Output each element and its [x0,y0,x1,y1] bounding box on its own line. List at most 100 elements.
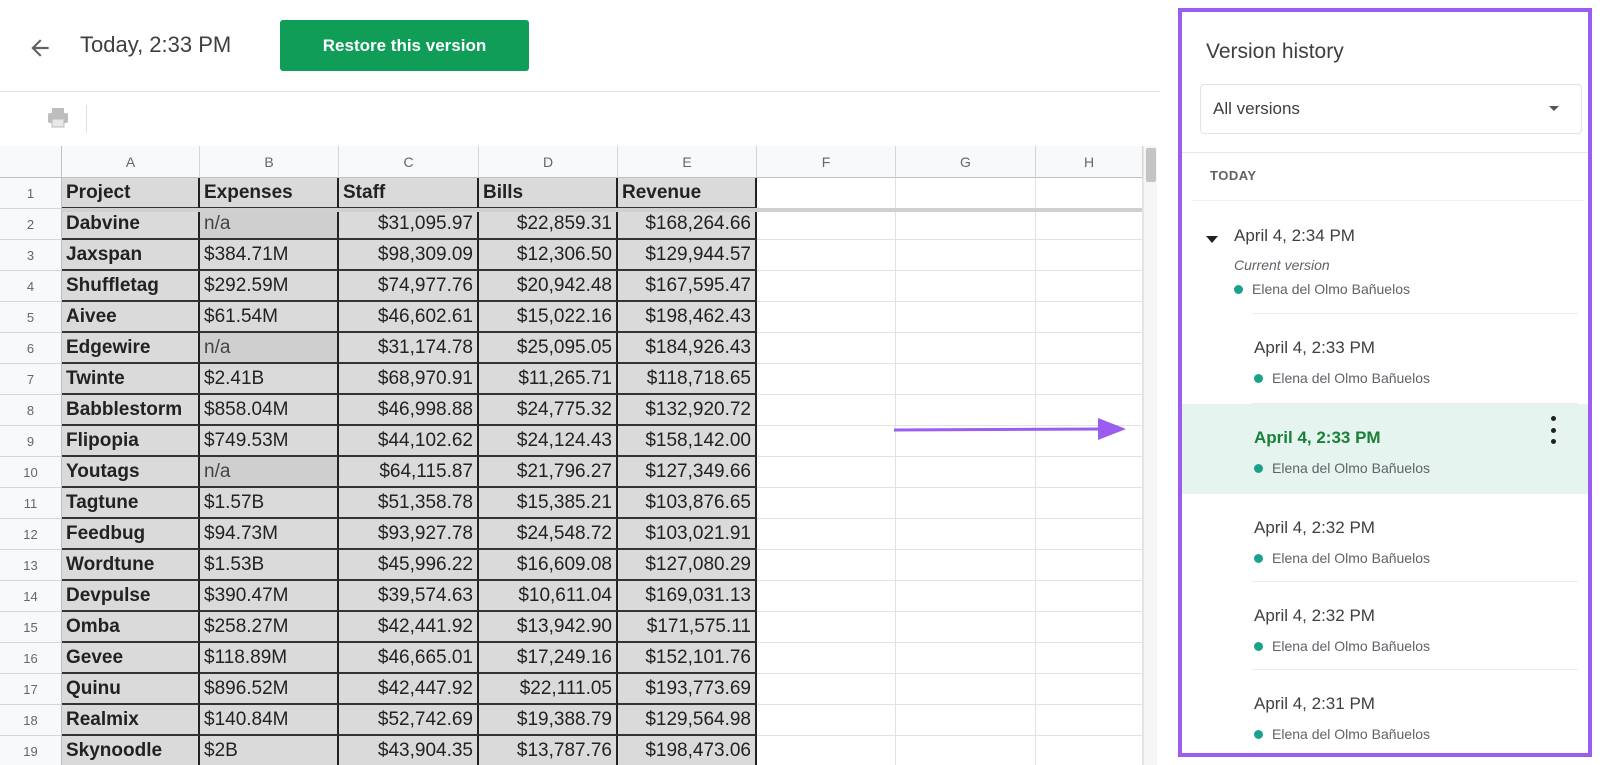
cell[interactable]: $13,942.90 [479,612,618,643]
cell[interactable]: Dabvine [62,209,200,240]
version-item[interactable]: April 4, 2:32 PM Elena del Olmo Bañuelos [1182,494,1588,582]
cell[interactable]: $140.84M [200,705,339,736]
row-header[interactable]: 7 [0,364,62,395]
row-header[interactable]: 16 [0,643,62,674]
cell[interactable] [1036,736,1143,765]
header-cell[interactable]: Bills [479,178,618,209]
cell[interactable] [896,612,1036,643]
cell[interactable]: $19,388.79 [479,705,618,736]
cell[interactable] [896,519,1036,550]
row-header[interactable]: 5 [0,302,62,333]
cell[interactable] [1036,302,1143,333]
cell[interactable]: Jaxspan [62,240,200,271]
cell[interactable]: $152,101.76 [618,643,757,674]
cell[interactable] [896,364,1036,395]
cell[interactable] [1036,550,1143,581]
column-header-d[interactable]: D [479,146,618,178]
cell[interactable] [757,302,896,333]
cell[interactable]: $858.04M [200,395,339,426]
cell[interactable]: $129,564.98 [618,705,757,736]
cell[interactable]: n/a [200,333,339,364]
cell[interactable] [1036,240,1143,271]
cell[interactable] [1036,457,1143,488]
cell[interactable] [1036,643,1143,674]
cell[interactable] [757,271,896,302]
cell[interactable]: Skynoodle [62,736,200,765]
cell[interactable]: Shuffletag [62,271,200,302]
cell[interactable]: $39,574.63 [339,581,479,612]
cell[interactable] [896,240,1036,271]
row-header[interactable]: 11 [0,488,62,519]
cell[interactable] [757,457,896,488]
cell[interactable]: $2B [200,736,339,765]
cell[interactable]: Gevee [62,643,200,674]
cell[interactable]: $16,609.08 [479,550,618,581]
cell[interactable] [896,457,1036,488]
cell[interactable]: $64,115.87 [339,457,479,488]
cell[interactable] [757,178,896,209]
version-item[interactable]: April 4, 2:32 PM Elena del Olmo Bañuelos [1182,582,1588,670]
row-header[interactable]: 3 [0,240,62,271]
version-item-current[interactable]: April 4, 2:34 PM Current version Elena del… [1182,202,1588,314]
cell[interactable]: Edgewire [62,333,200,364]
row-header[interactable]: 17 [0,674,62,705]
cell[interactable] [896,674,1036,705]
row-header[interactable]: 1 [0,178,62,209]
cell[interactable]: $42,441.92 [339,612,479,643]
cell[interactable] [1036,705,1143,736]
cell[interactable]: $167,595.47 [618,271,757,302]
cell[interactable]: $46,998.88 [339,395,479,426]
column-header-e[interactable]: E [618,146,757,178]
cell[interactable]: $390.47M [200,581,339,612]
column-header-a[interactable]: A [62,146,200,178]
cell[interactable] [757,643,896,674]
print-button[interactable] [46,107,72,131]
cell[interactable]: $12,306.50 [479,240,618,271]
cell[interactable]: $94.73M [200,519,339,550]
cell[interactable] [757,612,896,643]
row-header[interactable]: 18 [0,705,62,736]
cell[interactable]: $74,977.76 [339,271,479,302]
cell[interactable]: $749.53M [200,426,339,457]
column-header-b[interactable]: B [200,146,339,178]
cell[interactable]: Devpulse [62,581,200,612]
spreadsheet-grid[interactable]: A B C D E F G H 1 Project Expenses Staff Bills Revenu… [0,146,1165,765]
frozen-row-divider[interactable] [62,208,1142,212]
version-item[interactable]: April 4, 2:31 PM Elena del Olmo Bañuelos [1182,670,1588,753]
version-filter-dropdown[interactable]: All versions [1200,84,1582,134]
back-button[interactable] [22,30,58,66]
cell[interactable]: $45,996.22 [339,550,479,581]
cell[interactable]: $132,920.72 [618,395,757,426]
cell[interactable]: $31,174.78 [339,333,479,364]
cell[interactable] [896,581,1036,612]
cell[interactable] [757,240,896,271]
cell[interactable] [1036,364,1143,395]
restore-version-button[interactable]: Restore this version [280,20,529,71]
cell[interactable]: $171,575.11 [618,612,757,643]
cell[interactable]: $21,796.27 [479,457,618,488]
cell[interactable] [1036,674,1143,705]
cell[interactable]: Omba [62,612,200,643]
cell[interactable]: Flipopia [62,426,200,457]
cell[interactable] [896,736,1036,765]
row-header[interactable]: 10 [0,457,62,488]
row-header[interactable]: 15 [0,612,62,643]
cell[interactable] [757,426,896,457]
row-header[interactable]: 8 [0,395,62,426]
cell[interactable]: n/a [200,457,339,488]
cell[interactable]: $103,876.65 [618,488,757,519]
cell[interactable]: $158,142.00 [618,426,757,457]
header-cell[interactable]: Expenses [200,178,339,209]
column-header-h[interactable]: H [1036,146,1143,178]
cell[interactable]: $896.52M [200,674,339,705]
cell[interactable]: $44,102.62 [339,426,479,457]
cell[interactable]: $13,787.76 [479,736,618,765]
cell[interactable] [757,333,896,364]
cell[interactable]: $17,249.16 [479,643,618,674]
cell[interactable] [757,550,896,581]
cell[interactable]: $168,264.66 [618,209,757,240]
row-header[interactable]: 19 [0,736,62,765]
cell[interactable]: $198,462.43 [618,302,757,333]
cell[interactable] [757,581,896,612]
cell[interactable]: $1.53B [200,550,339,581]
